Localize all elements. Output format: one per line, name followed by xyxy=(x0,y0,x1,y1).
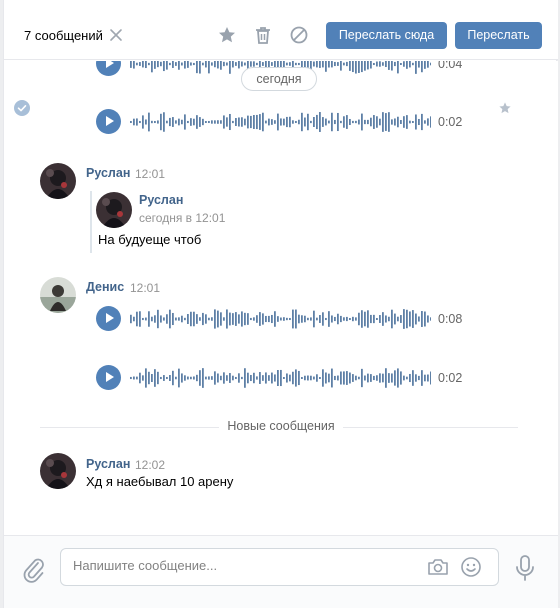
selection-toolbar: 7 сообщений Переслать сюда Переслать xyxy=(4,0,558,60)
selected-count: 7 сообщений xyxy=(24,28,103,43)
block-icon[interactable] xyxy=(289,25,309,45)
voice-message: 0:02 xyxy=(4,109,558,135)
message-text: Хд я наебывал 10 арену xyxy=(86,474,234,489)
message-input[interactable] xyxy=(73,558,413,573)
message-time[interactable]: 12:01 xyxy=(130,281,160,295)
message-author[interactable]: Руслан xyxy=(86,166,130,180)
play-icon[interactable] xyxy=(96,306,121,331)
voice-duration: 0:02 xyxy=(438,115,463,129)
star-icon[interactable] xyxy=(217,25,237,45)
voice-message: 0:02 xyxy=(4,365,558,391)
voice-duration: 0:08 xyxy=(438,312,463,326)
camera-icon[interactable] xyxy=(427,557,449,577)
message-time[interactable]: 12:01 xyxy=(135,167,165,181)
forward-bar xyxy=(90,191,92,253)
voice-duration: 0:04 xyxy=(438,61,463,71)
star-icon[interactable] xyxy=(498,101,512,115)
date-separator: сегодня xyxy=(241,67,317,91)
composer xyxy=(4,535,558,608)
dialog-panel: 7 сообщений Переслать сюда Переслать 0:0… xyxy=(3,0,558,608)
play-icon[interactable] xyxy=(96,109,121,134)
message-author[interactable]: Денис xyxy=(86,280,124,294)
message-input-box[interactable] xyxy=(60,548,499,586)
avatar[interactable] xyxy=(96,192,132,228)
new-messages-divider: Новые сообщения xyxy=(219,419,343,433)
voice-message: 0:08 xyxy=(4,306,558,332)
message-author[interactable]: Руслан xyxy=(86,457,130,471)
mic-icon[interactable] xyxy=(513,554,537,582)
avatar[interactable] xyxy=(40,163,76,199)
message-time[interactable]: 12:02 xyxy=(135,458,165,472)
waveform[interactable] xyxy=(129,365,431,391)
trash-icon[interactable] xyxy=(253,25,273,45)
attach-icon[interactable] xyxy=(22,556,46,584)
smile-icon[interactable] xyxy=(460,556,482,578)
forwarded-time: сегодня в 12:01 xyxy=(139,211,226,225)
waveform[interactable] xyxy=(129,109,431,135)
waveform[interactable] xyxy=(129,306,431,332)
message-history[interactable]: 0:04 сегодня 0:02 Руслан 12:01 Руслан се… xyxy=(4,61,558,535)
forward-button[interactable]: Переслать xyxy=(455,22,542,49)
forwarded-author[interactable]: Руслан xyxy=(139,193,183,207)
forwarded-text: На будуеще чтоб xyxy=(98,232,202,247)
avatar[interactable] xyxy=(40,453,76,489)
voice-duration: 0:02 xyxy=(438,371,463,385)
close-icon[interactable] xyxy=(108,27,124,43)
play-icon[interactable] xyxy=(96,61,121,76)
play-icon[interactable] xyxy=(96,365,121,390)
forward-here-button[interactable]: Переслать сюда xyxy=(326,22,447,49)
